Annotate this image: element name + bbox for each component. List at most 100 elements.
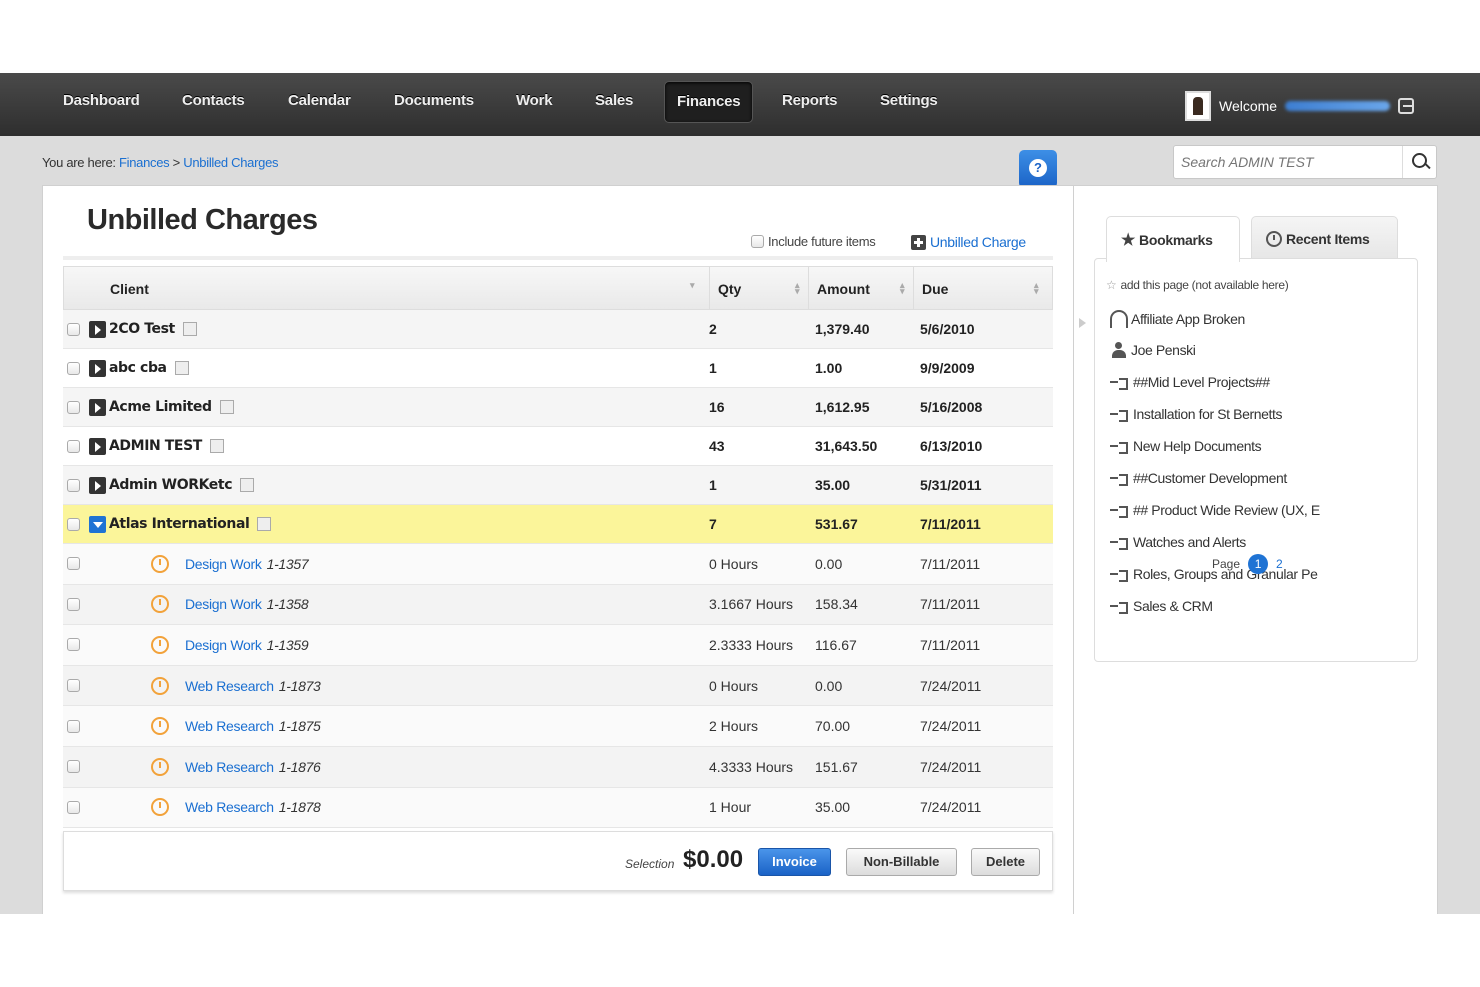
sort-qty-icon[interactable]: ▴ ▾ bbox=[795, 281, 800, 296]
project-icon bbox=[1110, 377, 1130, 390]
row-checkbox[interactable] bbox=[67, 439, 80, 453]
row-checkbox[interactable] bbox=[67, 679, 80, 693]
row-checkbox[interactable] bbox=[67, 719, 80, 733]
charge-link[interactable]: Design Work bbox=[185, 637, 262, 653]
add-unbilled-charge-button[interactable]: Unbilled Charge bbox=[911, 234, 1026, 250]
help-icon[interactable]: ? bbox=[1019, 150, 1057, 193]
row-checkbox[interactable] bbox=[67, 361, 80, 375]
charge-link[interactable]: Web Research bbox=[185, 678, 274, 694]
client-row[interactable]: Acme Limited 16 1,612.95 5/16/2008 bbox=[63, 388, 1053, 427]
non-billable-button[interactable]: Non-Billable bbox=[846, 848, 957, 876]
charge-link[interactable]: Design Work bbox=[185, 596, 262, 612]
tab-recent-label: Recent Items bbox=[1286, 230, 1370, 247]
breadcrumb-unbilled-charges[interactable]: Unbilled Charges bbox=[183, 155, 278, 170]
include-future-toggle[interactable]: Include future items bbox=[751, 234, 876, 249]
expand-icon[interactable] bbox=[89, 359, 106, 377]
header-due[interactable]: Due bbox=[913, 267, 1053, 311]
charge-amount: 151.67 bbox=[815, 758, 858, 775]
document-icon[interactable] bbox=[219, 400, 234, 414]
charge-row[interactable]: Design Work 1-1358 3.1667 Hours 158.34 7/11/… bbox=[63, 584, 1053, 626]
user-menu[interactable]: Welcome bbox=[1185, 91, 1415, 121]
bookmark-item[interactable]: ##Mid Level Projects## bbox=[1110, 374, 1270, 390]
row-checkbox[interactable] bbox=[67, 760, 80, 774]
include-future-checkbox[interactable] bbox=[751, 235, 764, 248]
bookmark-item[interactable]: ## Product Wide Review (UX, E bbox=[1110, 502, 1320, 518]
bookmark-item[interactable]: Joe Penski bbox=[1110, 342, 1196, 358]
clock-icon bbox=[151, 717, 169, 736]
nav-dashboard[interactable]: Dashboard bbox=[63, 73, 140, 136]
delete-button[interactable]: Delete bbox=[971, 848, 1040, 876]
nav-work[interactable]: Work bbox=[516, 73, 553, 136]
bookmark-item[interactable]: Watches and Alerts bbox=[1110, 534, 1246, 550]
sort-due-icon[interactable]: ▴ ▾ bbox=[1034, 281, 1039, 296]
logout-icon[interactable] bbox=[1398, 98, 1415, 114]
client-row[interactable]: abc cba 1 1.00 9/9/2009 bbox=[63, 349, 1053, 388]
row-checkbox[interactable] bbox=[67, 597, 80, 611]
expand-icon[interactable] bbox=[89, 398, 106, 416]
client-name[interactable]: abc cba bbox=[109, 360, 167, 376]
collapse-icon[interactable] bbox=[89, 515, 106, 533]
charge-row[interactable]: Web Research 1-1875 2 Hours 70.00 7/24/2011 bbox=[63, 706, 1053, 747]
row-checkbox[interactable] bbox=[67, 517, 80, 531]
client-name[interactable]: Atlas International bbox=[109, 516, 250, 532]
document-icon[interactable] bbox=[182, 322, 197, 336]
search-icon[interactable] bbox=[1402, 146, 1436, 178]
charge-link[interactable]: Web Research bbox=[185, 799, 274, 815]
row-checkbox[interactable] bbox=[67, 322, 80, 336]
nav-sales[interactable]: Sales bbox=[595, 73, 633, 136]
charge-link[interactable]: Web Research bbox=[185, 718, 274, 734]
invoice-button[interactable]: Invoice bbox=[758, 848, 831, 876]
bookmark-item[interactable]: New Help Documents bbox=[1110, 438, 1262, 454]
client-row[interactable]: Atlas International 7 531.67 7/11/2011 bbox=[63, 505, 1053, 544]
charge-row[interactable]: Web Research 1-1878 1 Hour 35.00 7/24/2011 bbox=[63, 787, 1053, 829]
client-row[interactable]: ADMIN TEST 43 31,643.50 6/13/2010 bbox=[63, 427, 1053, 466]
bookmark-item[interactable]: Affiliate App Broken bbox=[1110, 310, 1245, 328]
charge-row[interactable]: Design Work 1-1357 0 Hours 0.00 7/11/2011 bbox=[63, 544, 1053, 585]
client-name[interactable]: ADMIN TEST bbox=[109, 438, 202, 454]
header-amount[interactable]: Amount bbox=[808, 267, 914, 311]
document-icon[interactable] bbox=[257, 517, 272, 531]
bookmark-item[interactable]: Sales & CRM bbox=[1110, 598, 1213, 614]
collapse-arrow-icon[interactable] bbox=[1079, 318, 1086, 328]
nav-settings[interactable]: Settings bbox=[880, 73, 938, 136]
expand-icon[interactable] bbox=[89, 320, 106, 338]
nav-documents[interactable]: Documents bbox=[394, 73, 474, 136]
charge-link[interactable]: Web Research bbox=[185, 759, 274, 775]
client-name[interactable]: Admin WORKetc bbox=[109, 477, 233, 493]
nav-reports[interactable]: Reports bbox=[782, 73, 837, 136]
client-row[interactable]: Admin WORKetc 1 35.00 5/31/2011 bbox=[63, 466, 1053, 505]
row-checkbox[interactable] bbox=[67, 557, 80, 571]
page-2[interactable]: 2 bbox=[1276, 557, 1283, 571]
bookmark-item[interactable]: ##Customer Development bbox=[1110, 470, 1287, 486]
row-checkbox[interactable] bbox=[67, 800, 80, 814]
nav-calendar[interactable]: Calendar bbox=[288, 73, 351, 136]
charge-row[interactable]: Design Work 1-1359 2.3333 Hours 116.67 7/11/… bbox=[63, 625, 1053, 666]
nav-contacts[interactable]: Contacts bbox=[182, 73, 245, 136]
charge-due: 7/11/2011 bbox=[920, 555, 981, 572]
expand-icon[interactable] bbox=[89, 437, 106, 455]
sort-amount-icon[interactable]: ▴ ▾ bbox=[900, 281, 905, 296]
expand-icon[interactable] bbox=[89, 476, 106, 494]
bookmark-item[interactable]: Installation for St Bernetts bbox=[1110, 406, 1283, 422]
page-1[interactable]: 1 bbox=[1248, 554, 1269, 574]
document-icon[interactable] bbox=[240, 478, 255, 492]
search-input[interactable] bbox=[1174, 146, 1402, 178]
row-checkbox[interactable] bbox=[67, 400, 80, 414]
charge-row[interactable]: Web Research 1-1873 0 Hours 0.00 7/24/2011 bbox=[63, 665, 1053, 707]
document-icon[interactable] bbox=[209, 439, 224, 453]
row-checkbox[interactable] bbox=[67, 638, 80, 652]
client-name[interactable]: 2CO Test bbox=[109, 321, 175, 337]
client-row[interactable]: 2CO Test 2 1,379.40 5/6/2010 bbox=[63, 310, 1053, 349]
client-name[interactable]: Acme Limited bbox=[109, 399, 212, 415]
breadcrumb-finances[interactable]: Finances bbox=[119, 155, 170, 170]
tab-recent-items[interactable]: Recent Items bbox=[1251, 216, 1398, 260]
charge-link[interactable]: Design Work bbox=[185, 556, 262, 572]
row-checkbox[interactable] bbox=[67, 478, 80, 492]
nav-finances[interactable]: Finances bbox=[664, 81, 754, 123]
document-icon[interactable] bbox=[174, 361, 189, 375]
tab-bookmarks[interactable]: ★ Bookmarks bbox=[1106, 216, 1240, 262]
charge-row[interactable]: Web Research 1-1876 4.3333 Hours 151.67 7/24… bbox=[63, 746, 1053, 788]
header-client[interactable]: Client bbox=[110, 267, 149, 311]
sort-client-icon[interactable]: ▾ bbox=[690, 281, 695, 290]
client-due: 6/13/2010 bbox=[920, 438, 983, 454]
